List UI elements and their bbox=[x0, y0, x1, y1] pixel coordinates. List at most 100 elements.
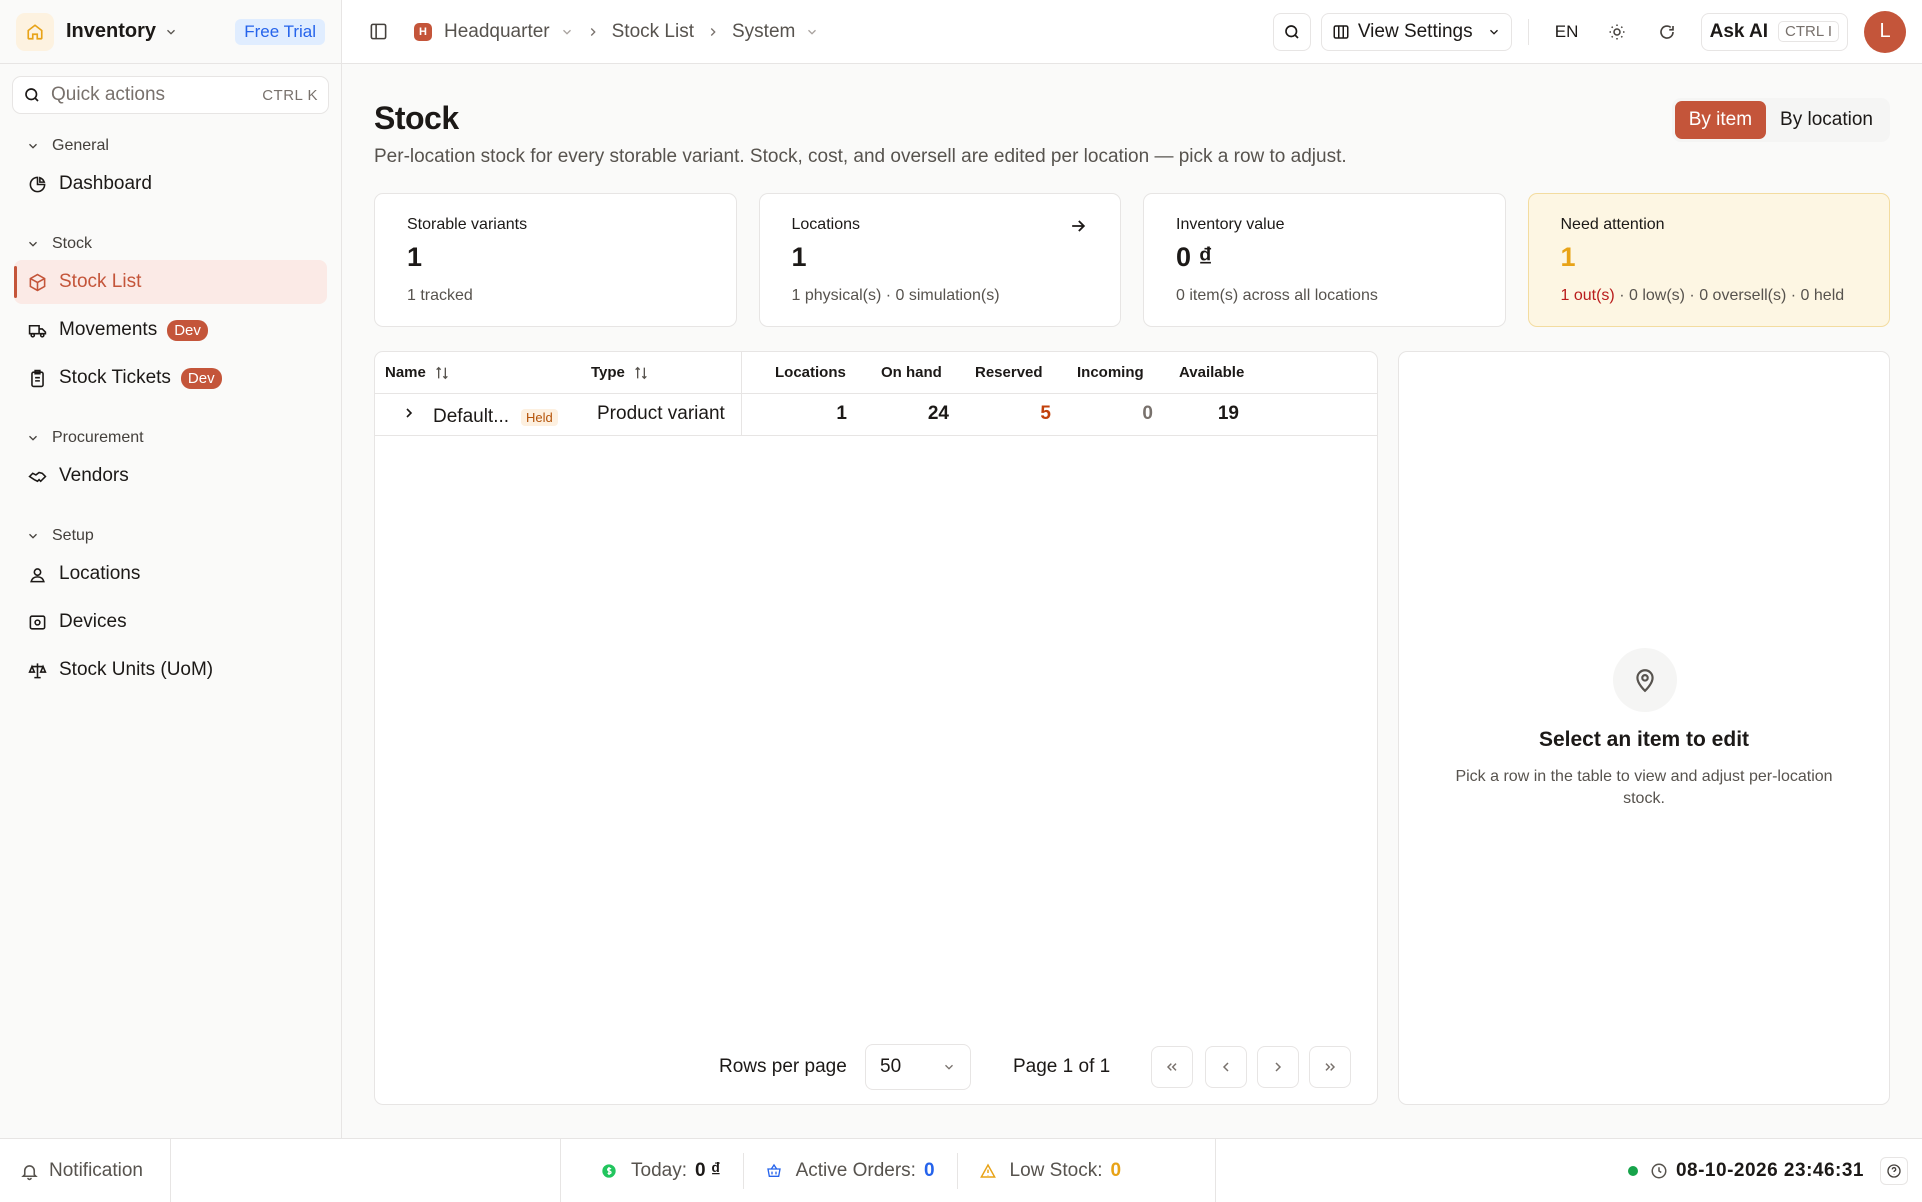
stat-low-stock[interactable]: Low Stock: 0 bbox=[979, 1160, 1121, 1182]
stock-table: Name Type Locations On hand Reserved Inc… bbox=[374, 351, 1378, 1105]
last-page-button[interactable] bbox=[1309, 1046, 1351, 1088]
page-title: Stock bbox=[374, 100, 459, 136]
avatar[interactable]: L bbox=[1864, 10, 1906, 53]
arrow-right-icon[interactable] bbox=[1068, 216, 1088, 236]
language-button[interactable]: EN bbox=[1545, 22, 1589, 42]
nav-group-label: Setup bbox=[52, 527, 94, 544]
card-value: 1 bbox=[1560, 242, 1576, 272]
chevron-right-icon bbox=[406, 408, 413, 418]
sidebar-item-label: Vendors bbox=[59, 465, 129, 486]
first-page-button[interactable] bbox=[1151, 1046, 1193, 1088]
help-button[interactable] bbox=[1880, 1157, 1908, 1185]
refresh-button[interactable] bbox=[1649, 14, 1685, 50]
sidebar-item-label: Stock Tickets bbox=[59, 367, 171, 388]
card-value: 1 bbox=[791, 242, 807, 272]
nav-group-stock[interactable]: Stock bbox=[0, 228, 341, 260]
chevron-down-icon bbox=[29, 241, 37, 247]
nav-group-label: General bbox=[52, 137, 109, 154]
stat-value: 0 ₫ bbox=[694, 1160, 721, 1181]
home-icon bbox=[16, 12, 54, 51]
divider bbox=[956, 1153, 958, 1189]
attention-rest: · 0 low(s) · 0 oversell(s) · 0 held bbox=[1614, 287, 1845, 304]
chevron-right-icon bbox=[586, 25, 600, 39]
column-label: Name bbox=[385, 364, 426, 381]
sidebar-item-vendors[interactable]: Vendors bbox=[14, 454, 327, 498]
column-name[interactable]: Name bbox=[385, 364, 450, 381]
breadcrumb-org[interactable]: Headquarter bbox=[444, 21, 550, 43]
view-settings-button[interactable]: View Settings bbox=[1320, 12, 1512, 51]
free-trial-badge[interactable]: Free Trial bbox=[235, 18, 325, 45]
stat-today: Today: 0 ₫ bbox=[601, 1160, 721, 1182]
chevrons-left-icon bbox=[1166, 1063, 1177, 1071]
breadcrumb: H Headquarter Stock List System bbox=[414, 21, 819, 43]
sidebar-item-movements[interactable]: Movements Dev bbox=[14, 308, 327, 352]
column-locations: Locations bbox=[775, 364, 846, 381]
dev-badge: Dev bbox=[167, 319, 208, 341]
sidebar-item-stock-units[interactable]: Stock Units (UoM) bbox=[14, 648, 327, 692]
sidebar-item-locations[interactable]: Locations bbox=[14, 552, 327, 596]
breadcrumb-page[interactable]: Stock List bbox=[612, 21, 694, 43]
sidebar-item-label: Dashboard bbox=[59, 173, 152, 194]
sidebar-item-devices[interactable]: Devices bbox=[14, 600, 327, 644]
map-pin-user-icon bbox=[30, 567, 45, 582]
app-switcher[interactable]: Inventory Free Trial bbox=[0, 0, 341, 64]
search-button[interactable] bbox=[1272, 12, 1311, 51]
sort-icon bbox=[635, 366, 647, 379]
sidebar-item-label: Movements bbox=[59, 319, 158, 340]
breadcrumb-context[interactable]: System bbox=[732, 21, 795, 43]
sidebar-item-label: Locations bbox=[59, 563, 141, 584]
chevron-down-icon[interactable] bbox=[560, 25, 574, 39]
ask-ai-button[interactable]: Ask AI CTRL I bbox=[1700, 12, 1848, 51]
by-location-toggle[interactable]: By location bbox=[1766, 101, 1887, 139]
table-row[interactable]: Default... Held Product variant 1 24 5 0… bbox=[375, 394, 1377, 436]
card-sub: 1 tracked bbox=[407, 287, 473, 304]
chevron-down-icon bbox=[29, 143, 37, 149]
card-value: 1 bbox=[407, 242, 423, 272]
sidebar-item-stock-list[interactable]: Stock List bbox=[14, 260, 327, 304]
sidebar-toggle-button[interactable] bbox=[360, 14, 396, 50]
org-logo: H bbox=[414, 22, 432, 41]
chevron-down-icon bbox=[164, 25, 178, 39]
rows-per-page-select[interactable]: 50 bbox=[865, 1044, 971, 1090]
sidebar-item-dashboard[interactable]: Dashboard bbox=[14, 162, 327, 206]
nav-group-general[interactable]: General bbox=[0, 130, 341, 162]
column-type[interactable]: Type bbox=[591, 364, 649, 381]
stat-active-orders[interactable]: Active Orders: 0 bbox=[766, 1160, 935, 1182]
nav-group-setup[interactable]: Setup bbox=[0, 520, 341, 552]
quick-actions-shortcut: CTRL K bbox=[262, 86, 318, 104]
previous-page-button[interactable] bbox=[1205, 1046, 1247, 1088]
app-root: Inventory Free Trial Quick actions CTRL … bbox=[0, 0, 1922, 1202]
sidebar-item-stock-tickets[interactable]: Stock Tickets Dev bbox=[14, 356, 327, 400]
search-icon bbox=[1285, 24, 1299, 39]
card-locations[interactable]: Locations 1 1 physical(s) · 0 simulation… bbox=[758, 193, 1121, 327]
nav-group-procurement[interactable]: Procurement bbox=[0, 422, 341, 454]
by-item-toggle[interactable]: By item bbox=[1674, 101, 1767, 139]
theme-toggle-button[interactable] bbox=[1599, 14, 1635, 50]
map-pin-icon bbox=[1613, 648, 1677, 712]
chevrons-right-icon bbox=[1325, 1063, 1336, 1071]
quick-actions-placeholder: Quick actions bbox=[51, 84, 166, 105]
expand-row-button[interactable] bbox=[401, 405, 417, 421]
notification-button[interactable]: Notification bbox=[0, 1139, 171, 1202]
stat-value: 0 bbox=[923, 1160, 935, 1181]
device-icon bbox=[29, 614, 46, 630]
out-count: 1 out(s) bbox=[1560, 287, 1615, 304]
row-locations: 1 bbox=[836, 403, 847, 424]
app-name: Inventory bbox=[66, 20, 157, 42]
column-label: Type bbox=[591, 364, 625, 381]
chevron-down-icon[interactable] bbox=[805, 25, 819, 39]
card-sub: 0 item(s) across all locations bbox=[1176, 287, 1378, 304]
datetime: 08-10-2026 23:46:31 bbox=[1675, 1160, 1864, 1181]
search-icon bbox=[23, 86, 41, 104]
clock: 08-10-2026 23:46:31 bbox=[1627, 1139, 1908, 1202]
row-type: Product variant bbox=[597, 403, 725, 424]
quick-actions-input[interactable]: Quick actions CTRL K bbox=[12, 76, 329, 114]
stat-label: Low Stock: bbox=[1009, 1160, 1103, 1181]
row-name-cell: Default... Held bbox=[433, 406, 558, 428]
dollar-circle-icon bbox=[602, 1164, 616, 1178]
help-icon bbox=[1887, 1164, 1901, 1178]
next-page-button[interactable] bbox=[1257, 1046, 1299, 1088]
topbar-actions: View Settings EN Ask AI CTRL I L bbox=[1272, 10, 1922, 53]
view-settings-label: View Settings bbox=[1357, 20, 1473, 42]
page-info: Page 1 of 1 bbox=[1013, 1056, 1111, 1077]
